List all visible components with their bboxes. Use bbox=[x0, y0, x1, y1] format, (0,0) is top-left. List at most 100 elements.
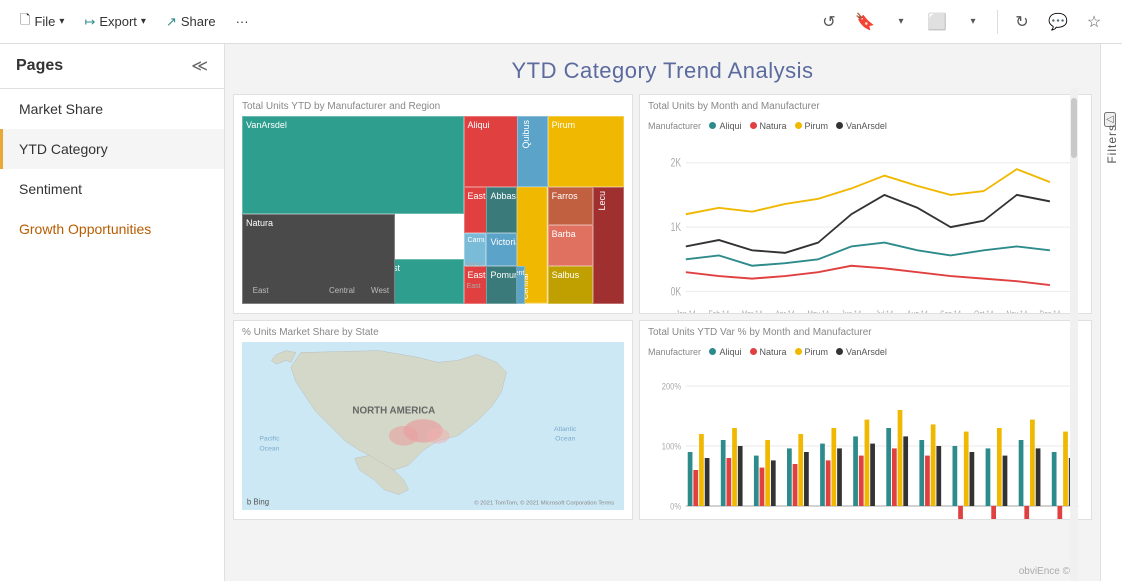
treemap-cell-barba: Barba bbox=[552, 229, 576, 240]
svg-text:Ocean: Ocean bbox=[555, 436, 575, 443]
export-chevron-icon: ▾ bbox=[141, 16, 146, 27]
svg-text:b Bing: b Bing bbox=[247, 497, 269, 506]
svg-text:100%: 100% bbox=[662, 441, 682, 452]
treemap-cell-aliqui: Aliqui bbox=[468, 120, 490, 131]
svg-text:Pacific: Pacific bbox=[259, 436, 280, 443]
map-chart: % Units Market Share by State bbox=[233, 320, 633, 520]
svg-text:Jan 14: Jan 14 bbox=[676, 309, 696, 314]
file-button[interactable]: 🗋 File ▾ bbox=[12, 7, 72, 37]
view-chevron-button[interactable]: ▾ bbox=[957, 6, 989, 38]
sidebar-header: Pages ≪ bbox=[0, 44, 224, 89]
svg-text:2K: 2K bbox=[671, 157, 682, 170]
refresh-button[interactable]: ↻ bbox=[1006, 6, 1038, 38]
svg-text:Apr 14: Apr 14 bbox=[775, 309, 795, 314]
treemap-cell-carnun: Carnun bbox=[468, 237, 487, 245]
treemap-cell-east-natura: East bbox=[253, 286, 269, 296]
map-title: % Units Market Share by State bbox=[242, 327, 624, 338]
file-label: File bbox=[34, 14, 55, 29]
treemap-cell-west-natura: West bbox=[371, 286, 389, 296]
page-title: YTD Category Trend Analysis bbox=[225, 44, 1100, 94]
filters-label[interactable]: Filters bbox=[1105, 124, 1119, 164]
treemap-cell-east-west-bottom: West bbox=[467, 262, 483, 270]
sidebar-item-growth-opportunities[interactable]: Growth Opportunities bbox=[0, 209, 224, 249]
toolbar: 🗋 File ▾ ↦ Export ▾ ↗ Share ··· ↺ 🔖 ▾ ⬜ … bbox=[0, 0, 1122, 44]
treemap-cell-victoria: Victoria bbox=[490, 237, 517, 248]
map-visual: NORTH AMERICA Pacific Ocean Atlantic Oce… bbox=[242, 342, 624, 510]
svg-text:200%: 200% bbox=[662, 381, 682, 392]
export-icon: ↦ bbox=[84, 14, 95, 30]
vertical-scrollbar[interactable] bbox=[1070, 88, 1078, 581]
charts-grid: Total Units YTD by Manufacturer and Regi… bbox=[225, 94, 1100, 581]
toolbar-separator bbox=[997, 10, 998, 34]
svg-text:Aug 14: Aug 14 bbox=[907, 309, 928, 314]
bookmark-button[interactable]: 🔖 bbox=[849, 6, 881, 38]
treemap-visual: VanArsdel East Central bbox=[242, 116, 624, 304]
comment-button[interactable]: 💬 bbox=[1042, 6, 1074, 38]
svg-text:1K: 1K bbox=[671, 222, 682, 235]
line-chart: Total Units by Month and Manufacturer Ma… bbox=[639, 94, 1092, 314]
sidebar-collapse-button[interactable]: ≪ bbox=[191, 56, 208, 76]
scrollbar-thumb[interactable] bbox=[1071, 98, 1077, 158]
main-area: Pages ≪ Market Share YTD Category Sentim… bbox=[0, 44, 1122, 581]
treemap-cell-vanarsdel: VanArsdel bbox=[246, 120, 287, 131]
share-icon: ↗ bbox=[166, 14, 177, 30]
treemap-title: Total Units YTD by Manufacturer and Regi… bbox=[242, 101, 624, 112]
content-inner: YTD Category Trend Analysis Total Units … bbox=[225, 44, 1100, 581]
sidebar-item-sentiment[interactable]: Sentiment bbox=[0, 169, 224, 209]
svg-text:Atlantic: Atlantic bbox=[554, 426, 577, 433]
sidebar-item-ytd-category[interactable]: YTD Category bbox=[0, 129, 224, 169]
more-button[interactable]: ··· bbox=[228, 10, 257, 33]
right-panel: ◁ Filters bbox=[1100, 44, 1122, 581]
watermark: obviEnce © bbox=[1019, 566, 1070, 577]
treemap-cell-pirum: Pirum bbox=[552, 120, 576, 131]
bar-title: Total Units YTD Var % by Month and Manuf… bbox=[648, 327, 1083, 338]
svg-text:© 2021 TomTom, © 2021 Microsof: © 2021 TomTom, © 2021 Microsoft Corporat… bbox=[474, 499, 614, 506]
export-label: Export bbox=[99, 14, 137, 29]
more-label: ··· bbox=[236, 14, 249, 29]
line-legend: Aliqui Natura Pirum VanArsdel bbox=[709, 121, 886, 131]
map-svg: NORTH AMERICA Pacific Ocean Atlantic Oce… bbox=[242, 342, 624, 510]
line-chart-svg: 2K 1K 0K Jan 14 Feb 14 Mar 14 Apr 14 May… bbox=[648, 137, 1083, 314]
svg-text:Sep 14: Sep 14 bbox=[940, 309, 961, 314]
treemap-cell-central-natura: Central bbox=[329, 286, 355, 296]
undo-button[interactable]: ↺ bbox=[813, 6, 845, 38]
svg-text:May 14: May 14 bbox=[807, 309, 829, 314]
svg-text:Jul 14: Jul 14 bbox=[876, 309, 894, 314]
svg-text:Nov 14: Nov 14 bbox=[1006, 309, 1027, 314]
view-button[interactable]: ⬜ bbox=[921, 6, 953, 38]
svg-text:Oct 14: Oct 14 bbox=[974, 309, 994, 314]
share-button[interactable]: ↗ Share bbox=[158, 10, 224, 34]
bookmark-chevron-button[interactable]: ▾ bbox=[885, 6, 917, 38]
bar-legend: Aliqui Natura Pirum VanArsdel bbox=[709, 347, 886, 357]
line-title: Total Units by Month and Manufacturer bbox=[648, 101, 1083, 112]
treemap-cell-lecu: Lecu bbox=[597, 191, 608, 211]
svg-text:Ocean: Ocean bbox=[259, 445, 279, 452]
treemap-cell-farros: Farros bbox=[552, 191, 578, 202]
treemap-cell-pomum: Pomum bbox=[490, 270, 517, 281]
svg-text:0K: 0K bbox=[671, 286, 682, 299]
share-label: Share bbox=[181, 14, 216, 29]
treemap-cell-east-aliqui: East bbox=[468, 191, 486, 202]
svg-text:NORTH AMERICA: NORTH AMERICA bbox=[352, 405, 435, 416]
bar-chart: Total Units YTD Var % by Month and Manuf… bbox=[639, 320, 1092, 520]
svg-text:Dec 14: Dec 14 bbox=[1039, 309, 1060, 314]
content-area: YTD Category Trend Analysis Total Units … bbox=[225, 44, 1100, 581]
file-chevron-icon: ▾ bbox=[59, 16, 64, 27]
svg-text:Feb 14: Feb 14 bbox=[709, 309, 730, 314]
treemap-cell-abbas: Abbas bbox=[490, 191, 516, 202]
sidebar: Pages ≪ Market Share YTD Category Sentim… bbox=[0, 44, 225, 581]
svg-text:Mar 14: Mar 14 bbox=[742, 309, 763, 314]
file-icon: 🗋 bbox=[20, 11, 30, 33]
sidebar-title: Pages bbox=[16, 57, 63, 75]
svg-text:0%: 0% bbox=[670, 501, 681, 512]
bar-chart-svg: 200% 100% 0% Jan 14 Feb 14 Mar 14 Apr 14… bbox=[648, 362, 1083, 520]
svg-text:Jun 14: Jun 14 bbox=[841, 309, 861, 314]
treemap-cell-salbus: Salbus bbox=[552, 270, 580, 281]
toolbar-right: ↺ 🔖 ▾ ⬜ ▾ ↻ 💬 ☆ bbox=[813, 6, 1110, 38]
favorite-button[interactable]: ☆ bbox=[1078, 6, 1110, 38]
sidebar-item-market-share[interactable]: Market Share bbox=[0, 89, 224, 129]
treemap-cell-natura: Natura bbox=[246, 218, 273, 229]
export-button[interactable]: ↦ Export ▾ bbox=[76, 10, 154, 34]
treemap-chart: Total Units YTD by Manufacturer and Regi… bbox=[233, 94, 633, 314]
treemap-cell-quibus: Quibus bbox=[521, 120, 532, 149]
